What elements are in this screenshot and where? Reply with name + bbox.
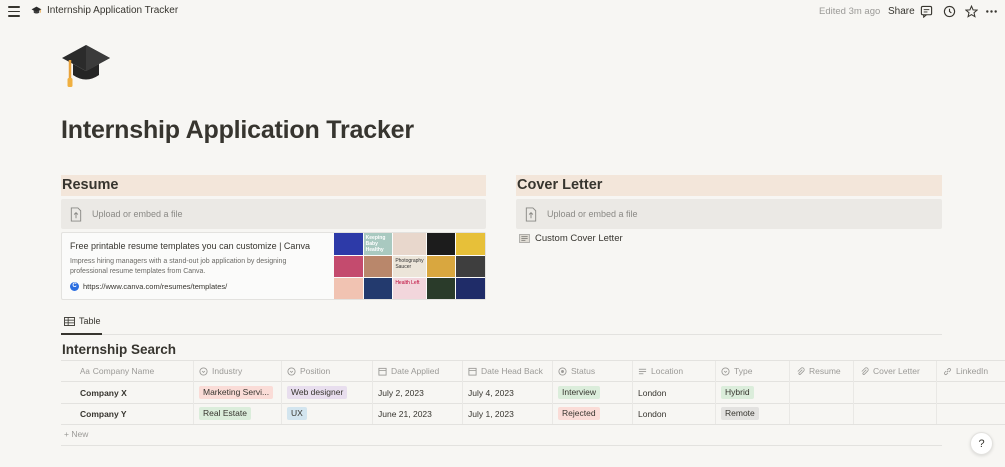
database-title: Internship Search: [62, 342, 177, 357]
edited-timestamp: Edited 3m ago: [819, 6, 881, 17]
text-lines-icon: [638, 368, 647, 374]
thumbnail-text: Photography Saucer: [393, 256, 426, 277]
tab-table-view[interactable]: Table: [64, 316, 101, 326]
column-divider: [789, 361, 790, 424]
status-cell[interactable]: Rejected: [558, 403, 600, 424]
column-divider: [193, 361, 194, 424]
cover-letter-upload-block[interactable]: Upload or embed a file: [516, 199, 942, 229]
link-icon: [944, 367, 951, 375]
tab-table-label: Table: [79, 316, 101, 326]
column-header-resume[interactable]: Resume: [796, 361, 841, 381]
upload-label: Upload or embed a file: [92, 209, 183, 219]
table-icon: [64, 316, 75, 326]
upload-label: Upload or embed a file: [547, 209, 638, 219]
column-header-location[interactable]: Location: [638, 361, 683, 381]
location-cell[interactable]: London: [638, 382, 666, 403]
column-divider: [853, 361, 854, 424]
position-tag: Web designer: [287, 386, 348, 399]
bookmark-thumbnail: Keeping Baby Healthy Photography Saucer …: [334, 233, 485, 299]
file-upload-icon: [525, 206, 537, 222]
date-head-back-cell[interactable]: July 4, 2023: [468, 382, 514, 403]
column-header-date-applied[interactable]: Date Applied: [378, 361, 439, 381]
top-bar: Internship Application Tracker Edited 3m…: [0, 0, 1005, 24]
tab-divider: [61, 334, 942, 335]
resume-upload-block[interactable]: Upload or embed a file: [61, 199, 486, 229]
industry-tag: Marketing Servi...: [199, 386, 274, 399]
graduation-cap-icon: [31, 6, 42, 14]
cover-letter-heading: Cover Letter: [516, 175, 942, 196]
calendar-icon: [378, 367, 387, 376]
menu-icon[interactable]: [8, 6, 20, 17]
select-property-icon: [199, 366, 208, 376]
industry-tag: Real Estate: [199, 407, 251, 420]
date-applied-cell[interactable]: July 2, 2023: [378, 382, 424, 403]
paperclip-icon: [861, 366, 869, 375]
type-tag: Remote: [721, 407, 759, 420]
new-row-button[interactable]: + New: [64, 429, 88, 439]
file-upload-icon: [70, 206, 82, 222]
column-header-industry[interactable]: Industry: [199, 361, 242, 381]
custom-cover-letter-link[interactable]: Custom Cover Letter: [519, 233, 623, 244]
breadcrumb[interactable]: Internship Application Tracker: [31, 5, 178, 16]
history-clock-icon[interactable]: [943, 5, 956, 18]
bookmark-title: Free printable resume templates you can …: [70, 241, 310, 251]
column-header-linkedin[interactable]: LinkedIn: [943, 361, 988, 381]
help-button[interactable]: ?: [970, 432, 993, 455]
status-badge: Rejected: [558, 407, 600, 420]
column-divider: [281, 361, 282, 424]
breadcrumb-title: Internship Application Tracker: [47, 5, 179, 16]
type-cell[interactable]: Hybrid: [721, 382, 754, 403]
type-cell[interactable]: Remote: [721, 403, 759, 424]
canva-logo-icon: C: [70, 282, 79, 291]
position-cell[interactable]: Web designer: [287, 382, 348, 403]
active-tab-indicator: [61, 333, 102, 335]
thumbnail-text: Keeping Baby Healthy: [363, 233, 393, 255]
company-name-cell[interactable]: Company X: [80, 382, 127, 403]
table-bottom-border: [61, 445, 942, 446]
resume-bookmark[interactable]: Free printable resume templates you can …: [61, 232, 486, 300]
custom-cover-letter-label: Custom Cover Letter: [535, 233, 623, 244]
position-cell[interactable]: UX: [287, 403, 307, 424]
date-applied-cell[interactable]: June 21, 2023: [378, 403, 432, 424]
location-cell[interactable]: London: [638, 403, 666, 424]
favorite-star-icon[interactable]: [964, 4, 979, 18]
bookmark-url: https://www.canva.com/resumes/templates/: [83, 282, 228, 291]
type-tag: Hybrid: [721, 386, 754, 399]
column-divider: [715, 361, 716, 424]
resume-heading: Resume: [61, 175, 486, 196]
table-row-divider: [61, 424, 1005, 425]
bookmark-description: Impress hiring managers with a stand-out…: [70, 258, 287, 275]
status-cell[interactable]: Interview: [558, 382, 601, 403]
column-divider: [632, 361, 633, 424]
column-divider: [372, 361, 373, 424]
share-button[interactable]: Share: [888, 6, 915, 17]
column-divider: [936, 361, 937, 424]
column-header-company-name[interactable]: Aa Company Name: [80, 361, 154, 381]
column-divider: [552, 361, 553, 424]
column-header-date-head-back[interactable]: Date Head Back: [468, 361, 543, 381]
column-header-position[interactable]: Position: [287, 361, 330, 381]
more-options-icon[interactable]: [985, 5, 998, 18]
paperclip-icon: [797, 366, 805, 375]
page-title: Internship Application Tracker: [61, 116, 414, 144]
industry-cell[interactable]: Real Estate: [199, 403, 251, 424]
text-property-icon: Aa: [80, 366, 90, 376]
status-badge: Interview: [558, 386, 601, 399]
select-property-icon: [287, 366, 296, 376]
company-name-cell[interactable]: Company Y: [80, 403, 127, 424]
position-tag: UX: [287, 407, 307, 420]
comment-icon[interactable]: [920, 5, 933, 19]
column-header-type[interactable]: Type: [721, 361, 752, 381]
thumbnail-text: Health Left: [393, 278, 426, 299]
column-divider: [462, 361, 463, 424]
document-icon: [519, 234, 530, 243]
date-head-back-cell[interactable]: July 1, 2023: [468, 403, 514, 424]
select-property-icon: [721, 366, 730, 376]
graduation-cap-icon[interactable]: [60, 40, 112, 92]
column-header-status[interactable]: Status: [558, 361, 595, 381]
calendar-icon: [468, 367, 477, 376]
column-header-cover-letter[interactable]: Cover Letter: [860, 361, 920, 381]
industry-cell[interactable]: Marketing Servi...: [199, 382, 274, 403]
status-property-icon: [558, 366, 567, 376]
